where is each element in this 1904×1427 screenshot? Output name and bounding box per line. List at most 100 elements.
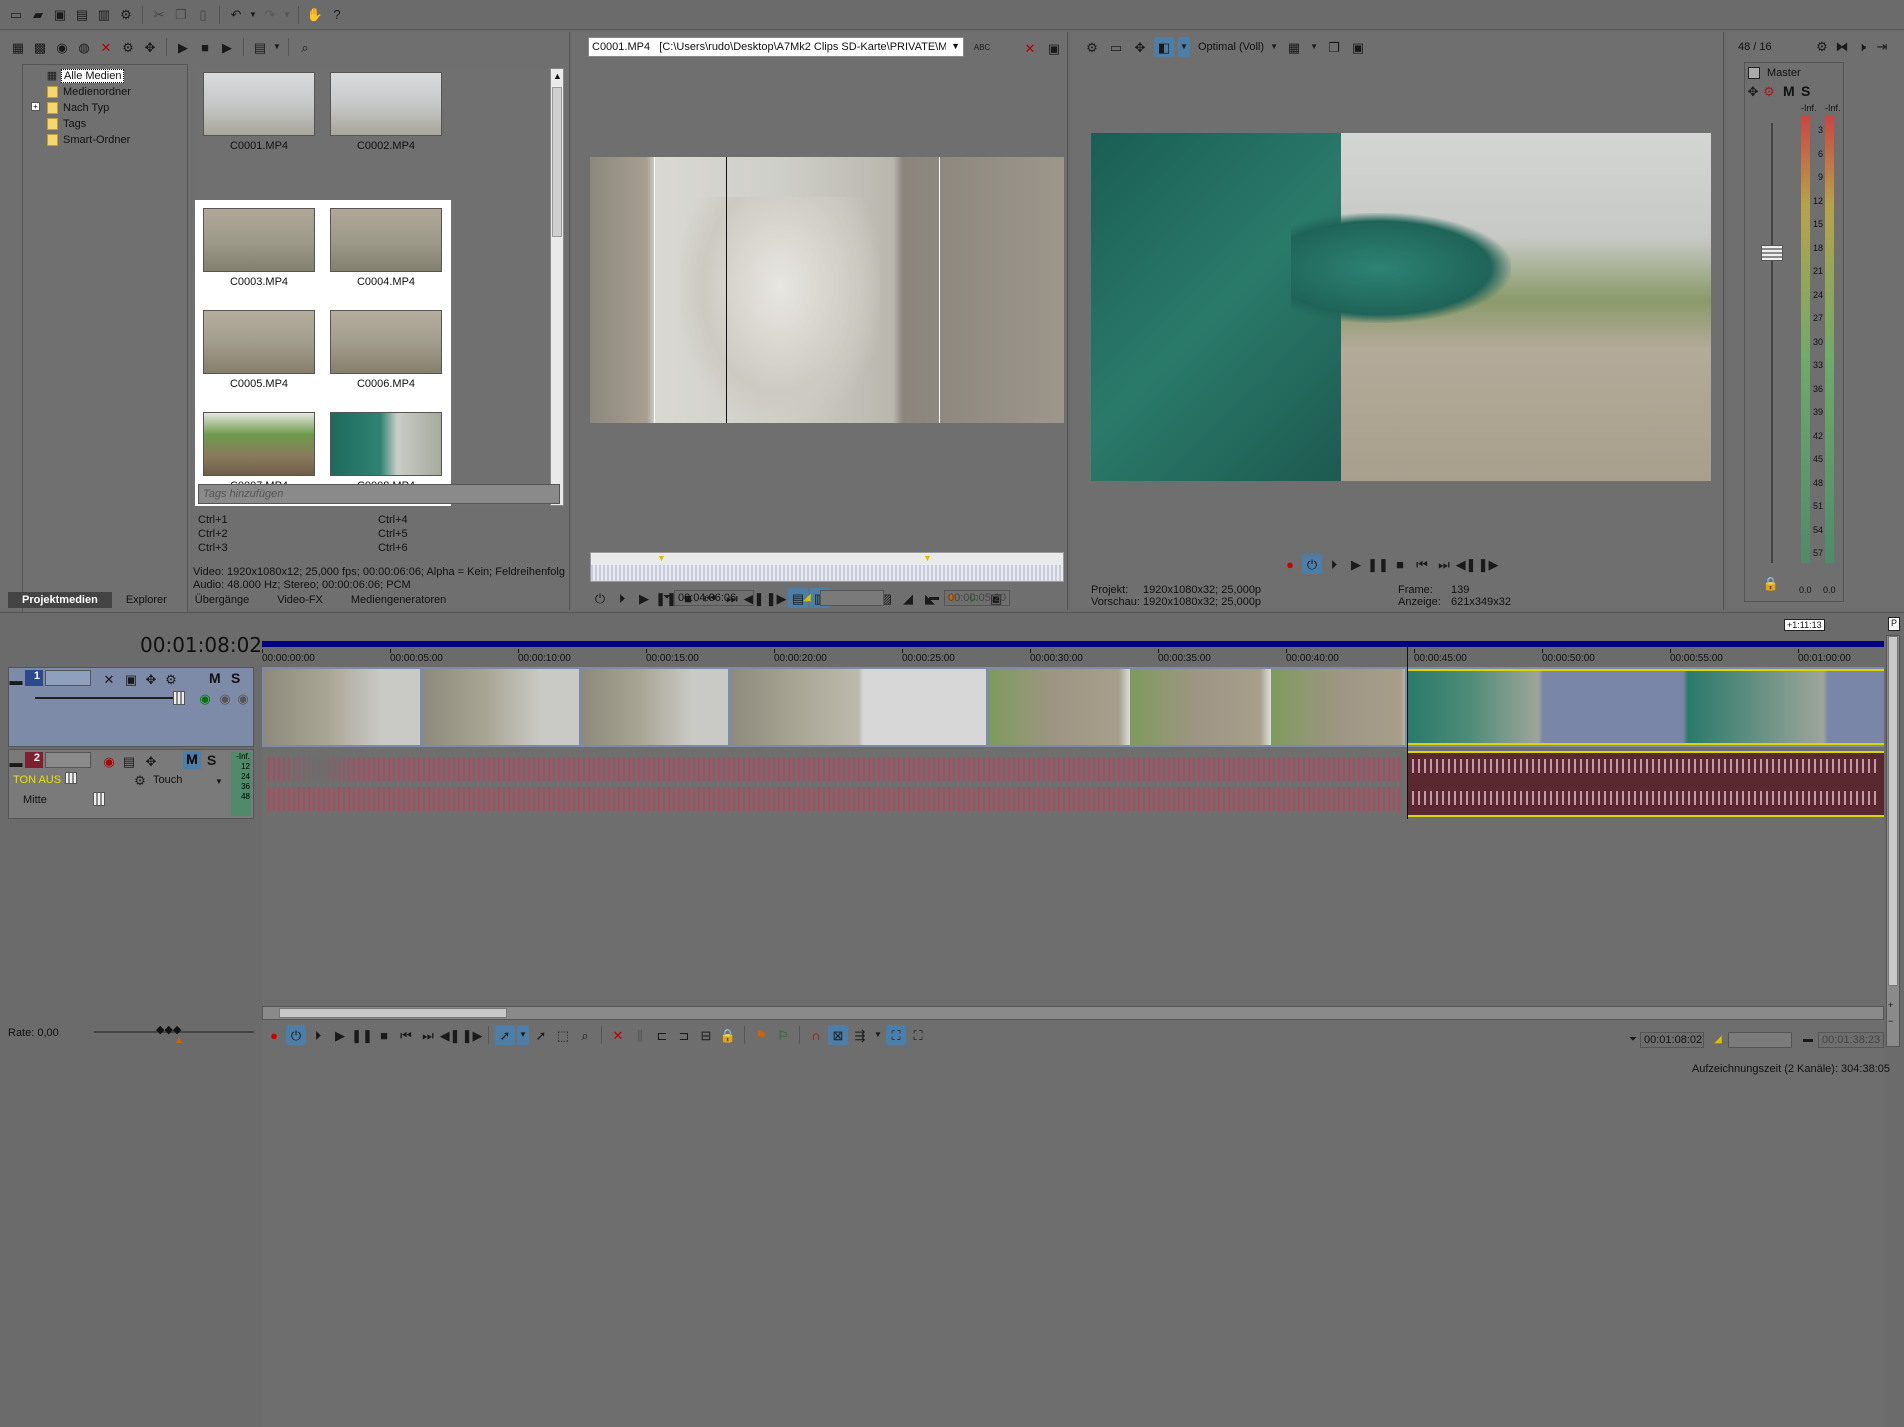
tab-projektmedien[interactable]: Projektmedien [8, 592, 112, 608]
pause-icon[interactable]: ❚❚ [351, 1025, 373, 1045]
play-from-start-icon[interactable]: ⏵ [1324, 554, 1344, 574]
master-lock-icon[interactable]: 🔒 [1761, 573, 1781, 593]
expand-icon[interactable]: + [31, 102, 40, 111]
thumbnail-c0002[interactable] [330, 72, 442, 136]
tab-explorer[interactable]: Explorer [112, 592, 181, 608]
loop-icon[interactable]: ⏻ [590, 588, 610, 608]
split-icon[interactable]: ⊟ [696, 1025, 716, 1045]
media-pan-icon[interactable]: ✥ [140, 37, 160, 57]
trimmer-timeline[interactable]: ▼ ▼ [590, 552, 1064, 582]
next-frame-icon[interactable]: ❚▶ [1478, 554, 1499, 574]
auto-crossfade-icon[interactable]: ⊠ [828, 1025, 848, 1045]
automation-icon[interactable]: ⚙ [133, 770, 147, 790]
track-1-header[interactable]: ▬ 1 ✕ ▣ ✥ ⚙ M S ◉ ◉ ◉ [8, 667, 254, 747]
tree-item-media-folder[interactable]: Medienordner [47, 86, 131, 98]
level-slider[interactable] [173, 691, 185, 705]
thumbnail-c0005[interactable] [203, 310, 315, 374]
audio-clips-row[interactable] [264, 751, 1405, 817]
redo-icon[interactable]: ↷ [260, 5, 280, 25]
thumbnail-c0003[interactable] [203, 208, 315, 272]
trimmer-file-select[interactable]: C0001.MP4 [C:\Users\rudo\Desktop\A7Mk2 C… [588, 37, 964, 57]
audio-pan-icon[interactable]: ✥ [141, 751, 161, 771]
prev-frame-icon[interactable]: ◀❚ [1456, 554, 1477, 574]
play-icon[interactable]: ▶ [634, 588, 654, 608]
track-collapse-icon[interactable]: ▬ [9, 670, 23, 690]
envelope-tool-icon[interactable]: ➚ [531, 1025, 551, 1045]
tab-uebergaenge[interactable]: Übergänge [181, 592, 263, 608]
end-time[interactable]: 00:01:38:23 [1818, 1032, 1884, 1048]
pan-slider[interactable] [93, 792, 105, 806]
track-collapse-icon[interactable]: ▬ [9, 752, 23, 772]
stop-icon[interactable]: ■ [374, 1025, 394, 1045]
undo-icon[interactable]: ↶ [226, 5, 246, 25]
lock-envelopes-icon[interactable]: ⛶ [886, 1025, 906, 1045]
composite-parent-icon[interactable]: ◉ [233, 688, 253, 708]
record-icon[interactable]: ● [264, 1025, 284, 1045]
ruler-p-button[interactable]: P [1888, 617, 1900, 631]
audio-clip-selected[interactable] [1408, 751, 1884, 817]
video-clip[interactable] [264, 669, 420, 745]
video-clip-selected[interactable] [1408, 669, 1884, 745]
tree-item-by-type[interactable]: Nach Typ [47, 102, 109, 114]
track-fx-icon[interactable]: ▤ [119, 751, 139, 771]
capture-icon[interactable]: ▩ [30, 37, 50, 57]
bypass-fx-icon[interactable]: ✕ [99, 669, 119, 689]
master-fx-icon[interactable]: ✥ [1745, 81, 1761, 101]
timeline-ruler[interactable]: +1:11:13 00:00:00:00 00:00:05:00 00:00:10:… [262, 617, 1884, 665]
paste-icon[interactable]: ▯ [193, 5, 213, 25]
copy-icon[interactable]: ❐ [171, 5, 191, 25]
in-point-marker[interactable]: ▼ [657, 553, 666, 563]
cursor-time[interactable]: 00:01:08:02 [1640, 1032, 1704, 1048]
delete-icon[interactable]: ✕ [608, 1025, 628, 1045]
track-fx-icon[interactable]: ⚙ [161, 669, 181, 689]
master-lock-icon[interactable]: ⇥ [1872, 36, 1892, 56]
overlays-icon[interactable]: ▦ [1284, 37, 1304, 57]
save-icon[interactable]: ▣ [50, 5, 70, 25]
cut-icon[interactable]: ✂ [149, 5, 169, 25]
views-icon[interactable]: ▤ [250, 37, 270, 57]
playhead[interactable] [1407, 647, 1408, 819]
copy-snapshot-icon[interactable]: ❐ [1324, 37, 1344, 57]
scroll-up-icon[interactable]: ▲ [553, 71, 562, 81]
arm-record-icon[interactable]: ◉ [99, 751, 119, 771]
ripple-icon[interactable]: ⇶ [850, 1025, 870, 1045]
go-to-end-icon[interactable]: ⏭ [1434, 554, 1454, 574]
remove-media-icon[interactable]: ✕ [96, 37, 116, 57]
split-dropdown-icon[interactable]: ▼ [1178, 37, 1190, 57]
save-as-icon[interactable]: ▤ [72, 5, 92, 25]
play-from-start-icon[interactable]: ⏵ [612, 588, 632, 608]
tree-item-all-media[interactable]: ▦ Alle Medien [45, 69, 125, 83]
master-settings-icon[interactable]: ⚙ [1812, 36, 1832, 56]
tab-mediengeneratoren[interactable]: Mediengeneratoren [337, 592, 460, 608]
properties-icon[interactable]: ⚙ [116, 5, 136, 25]
timeline-hscroll[interactable] [262, 1006, 1884, 1020]
video-clip[interactable] [989, 669, 1405, 745]
search-icon[interactable]: ⌕ [295, 37, 315, 57]
web-icon[interactable]: ◍ [74, 37, 94, 57]
stop-icon[interactable]: ■ [1390, 554, 1410, 574]
disc-import-icon[interactable]: ◉ [52, 37, 72, 57]
tags-input[interactable]: Tags hinzufügen [198, 484, 560, 504]
import-media-icon[interactable]: ▦ [8, 37, 28, 57]
plugin-icon[interactable]: ✋ [305, 5, 325, 25]
loop-region-bar[interactable] [262, 641, 1884, 647]
thumbnail-c0001[interactable] [203, 72, 315, 136]
thumbnail-c0004[interactable] [330, 208, 442, 272]
play-icon[interactable]: ▶ [330, 1025, 350, 1045]
video-clip[interactable] [731, 669, 986, 745]
ripple-dropdown-icon[interactable]: ▼ [872, 1025, 884, 1045]
out-point-marker[interactable]: ▼ [923, 553, 932, 563]
record-icon[interactable]: ● [1280, 554, 1300, 574]
master-fx2-icon[interactable]: ⚙ [1761, 81, 1777, 101]
chevron-down-icon[interactable]: ▼ [951, 41, 960, 51]
zoom-in-icon[interactable]: + [1888, 1000, 1893, 1010]
chevron-down-icon[interactable]: ▼ [1268, 37, 1280, 57]
timeline-timecode[interactable]: 00:01:08:02 [140, 633, 262, 657]
auto-preview-icon[interactable]: ▶ [217, 37, 237, 57]
trim-end-icon[interactable]: ⊐ [674, 1025, 694, 1045]
tree-item-smart-folder[interactable]: Smart-Ordner [47, 134, 130, 146]
delete-icon[interactable]: ✕ [1020, 38, 1040, 58]
media-scrollbar[interactable]: ▲ ▼ [550, 68, 564, 506]
selection-tool-icon[interactable]: ⬚ [553, 1025, 573, 1045]
undo-dropdown-icon[interactable]: ▼ [248, 5, 258, 25]
